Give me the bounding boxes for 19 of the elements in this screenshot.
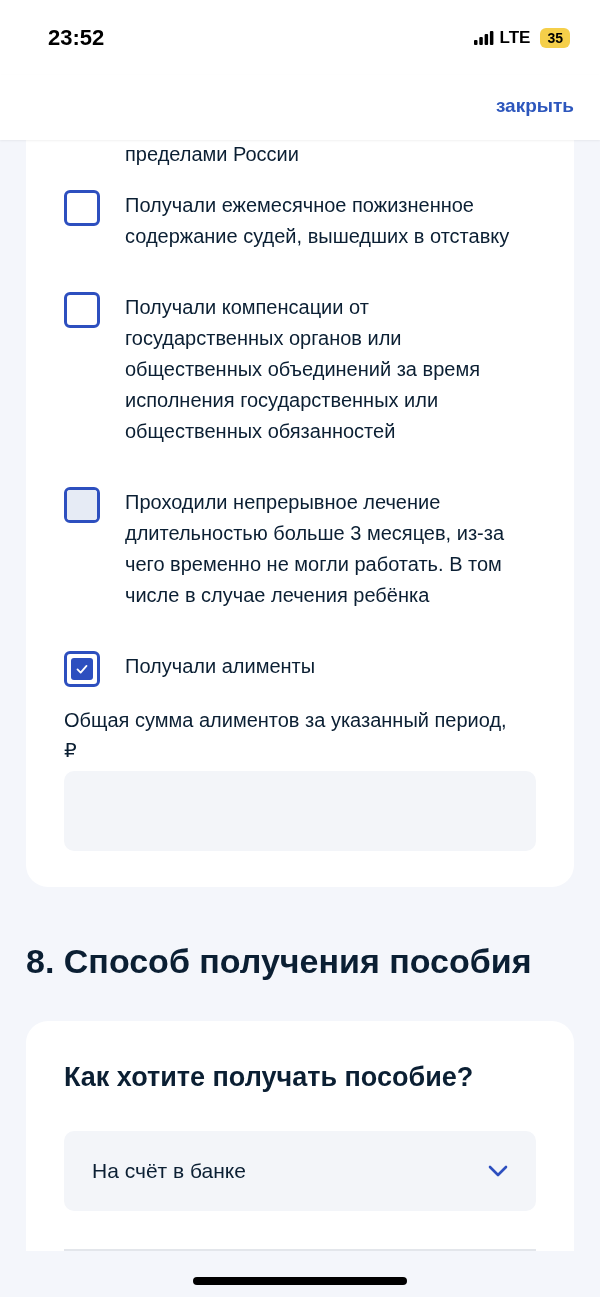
field-label: Общая сумма алиментов за указанный период, ₽ — [64, 708, 508, 763]
option-label: Получали компенсации от государственных органов или общественных объединений за время исполнения государственных или общественных обязанностей — [125, 295, 481, 444]
option-label: Получали ежемесячное пожизненное содержание судей, вышедших в отставку — [125, 193, 511, 249]
checkbox[interactable] — [64, 292, 100, 328]
question-title: Как хотите получать пособие? — [64, 1061, 475, 1094]
checkbox[interactable] — [64, 651, 100, 687]
option-text: пределами России — [124, 142, 300, 166]
close-link[interactable]: закрыть — [495, 95, 574, 117]
chevron-down-icon — [488, 1165, 508, 1177]
payment-select[interactable]: На счёт в банке — [64, 1131, 536, 1211]
status-time: 23:52 — [48, 24, 105, 51]
checkbox[interactable] — [64, 190, 100, 226]
option-label: Проходили непрерывное лечение длительностью больше 3 месяцев, из-за чего временно не могли работать. В том числе в случае лечения ребёнка — [125, 490, 506, 608]
section-title: 8. Способ получения пособия — [26, 941, 533, 982]
battery-indicator: 35 — [540, 27, 570, 48]
check-icon — [71, 658, 93, 680]
network-label: LTE — [499, 27, 531, 48]
signal-icon — [473, 30, 494, 45]
option-label: Получали алименты — [125, 654, 316, 679]
